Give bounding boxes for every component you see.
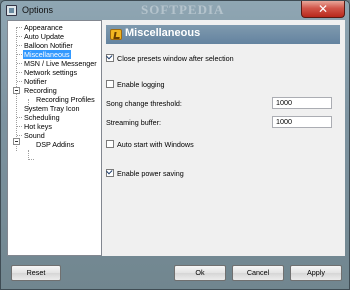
checklist-icon bbox=[110, 29, 122, 40]
close-presets-label[interactable]: Close presets window after selection bbox=[117, 54, 234, 63]
tree-item-system-tray-icon[interactable]: System Tray Icon bbox=[24, 104, 80, 113]
tree-item-dsp-addins[interactable]: DSP Addins bbox=[36, 140, 74, 149]
title-bar[interactable]: Options SOFTPEDIA ✕ bbox=[1, 1, 349, 21]
tree-item-msn-live-messenger[interactable]: MSN / Live Messenger bbox=[24, 59, 97, 68]
tree-item-sound[interactable]: Sound bbox=[24, 131, 45, 140]
tree-connector bbox=[17, 54, 22, 55]
collapse-icon[interactable] bbox=[13, 138, 20, 145]
song-change-threshold-label: Song change threshold: bbox=[106, 99, 182, 108]
options-tree[interactable]: Appearance Auto Update Balloon Notifier … bbox=[7, 20, 102, 256]
app-icon bbox=[6, 5, 17, 16]
section-title: Miscellaneous bbox=[125, 27, 201, 39]
tree-item-network-settings[interactable]: Network settings bbox=[24, 68, 77, 77]
streaming-buffer-input[interactable]: 1000 bbox=[272, 116, 332, 128]
tree-connector bbox=[17, 63, 22, 64]
tree-item-recording[interactable]: Recording bbox=[24, 86, 57, 95]
tree-connector bbox=[17, 36, 22, 37]
ok-button[interactable]: Ok bbox=[174, 265, 226, 281]
reset-button[interactable]: Reset bbox=[11, 265, 61, 281]
client-area: Appearance Auto Update Balloon Notifier … bbox=[7, 20, 345, 256]
tree-connector bbox=[29, 159, 34, 160]
tree-connector bbox=[17, 126, 22, 127]
section-header: Miscellaneous bbox=[106, 25, 340, 44]
tree-item-recording-profiles[interactable]: Recording Profiles bbox=[36, 95, 95, 104]
enable-logging-label[interactable]: Enable logging bbox=[117, 80, 165, 89]
tree-connector bbox=[17, 81, 22, 82]
auto-start-label[interactable]: Auto start with Windows bbox=[117, 140, 194, 149]
enable-logging-checkbox[interactable] bbox=[106, 80, 114, 88]
tree-item-miscellaneous[interactable]: Miscellaneous bbox=[23, 50, 71, 59]
collapse-icon[interactable] bbox=[13, 87, 20, 94]
apply-button[interactable]: Apply bbox=[290, 265, 342, 281]
tree-connector bbox=[17, 27, 22, 28]
tree-item-appearance[interactable]: Appearance bbox=[24, 23, 63, 32]
power-saving-checkbox[interactable] bbox=[106, 169, 114, 177]
cancel-button[interactable]: Cancel bbox=[232, 265, 284, 281]
song-change-threshold-input[interactable]: 1000 bbox=[272, 97, 332, 109]
close-icon: ✕ bbox=[317, 2, 329, 16]
tree-connector bbox=[17, 135, 22, 136]
power-saving-label[interactable]: Enable power saving bbox=[117, 169, 184, 178]
tree-item-hot-keys[interactable]: Hot keys bbox=[24, 122, 52, 131]
tree-connector bbox=[17, 45, 22, 46]
streaming-buffer-label: Streaming buffer: bbox=[106, 118, 162, 127]
close-button[interactable]: ✕ bbox=[301, 1, 345, 18]
watermark: SOFTPEDIA bbox=[141, 2, 225, 17]
tree-item-scheduling[interactable]: Scheduling bbox=[24, 113, 60, 122]
window-title: Options bbox=[22, 5, 54, 15]
tree-item-balloon-notifier[interactable]: Balloon Notifier bbox=[24, 41, 73, 50]
tree-connector bbox=[17, 72, 22, 73]
tree-item-notifier[interactable]: Notifier bbox=[24, 77, 47, 86]
options-window: Options SOFTPEDIA ✕ Appearance Auto Upda… bbox=[0, 0, 350, 290]
auto-start-checkbox[interactable] bbox=[106, 140, 114, 148]
close-presets-checkbox[interactable] bbox=[106, 54, 114, 62]
tree-connector bbox=[17, 117, 22, 118]
settings-panel: Miscellaneous Close presets window after… bbox=[103, 20, 345, 256]
tree-item-auto-update[interactable]: Auto Update bbox=[24, 32, 64, 41]
